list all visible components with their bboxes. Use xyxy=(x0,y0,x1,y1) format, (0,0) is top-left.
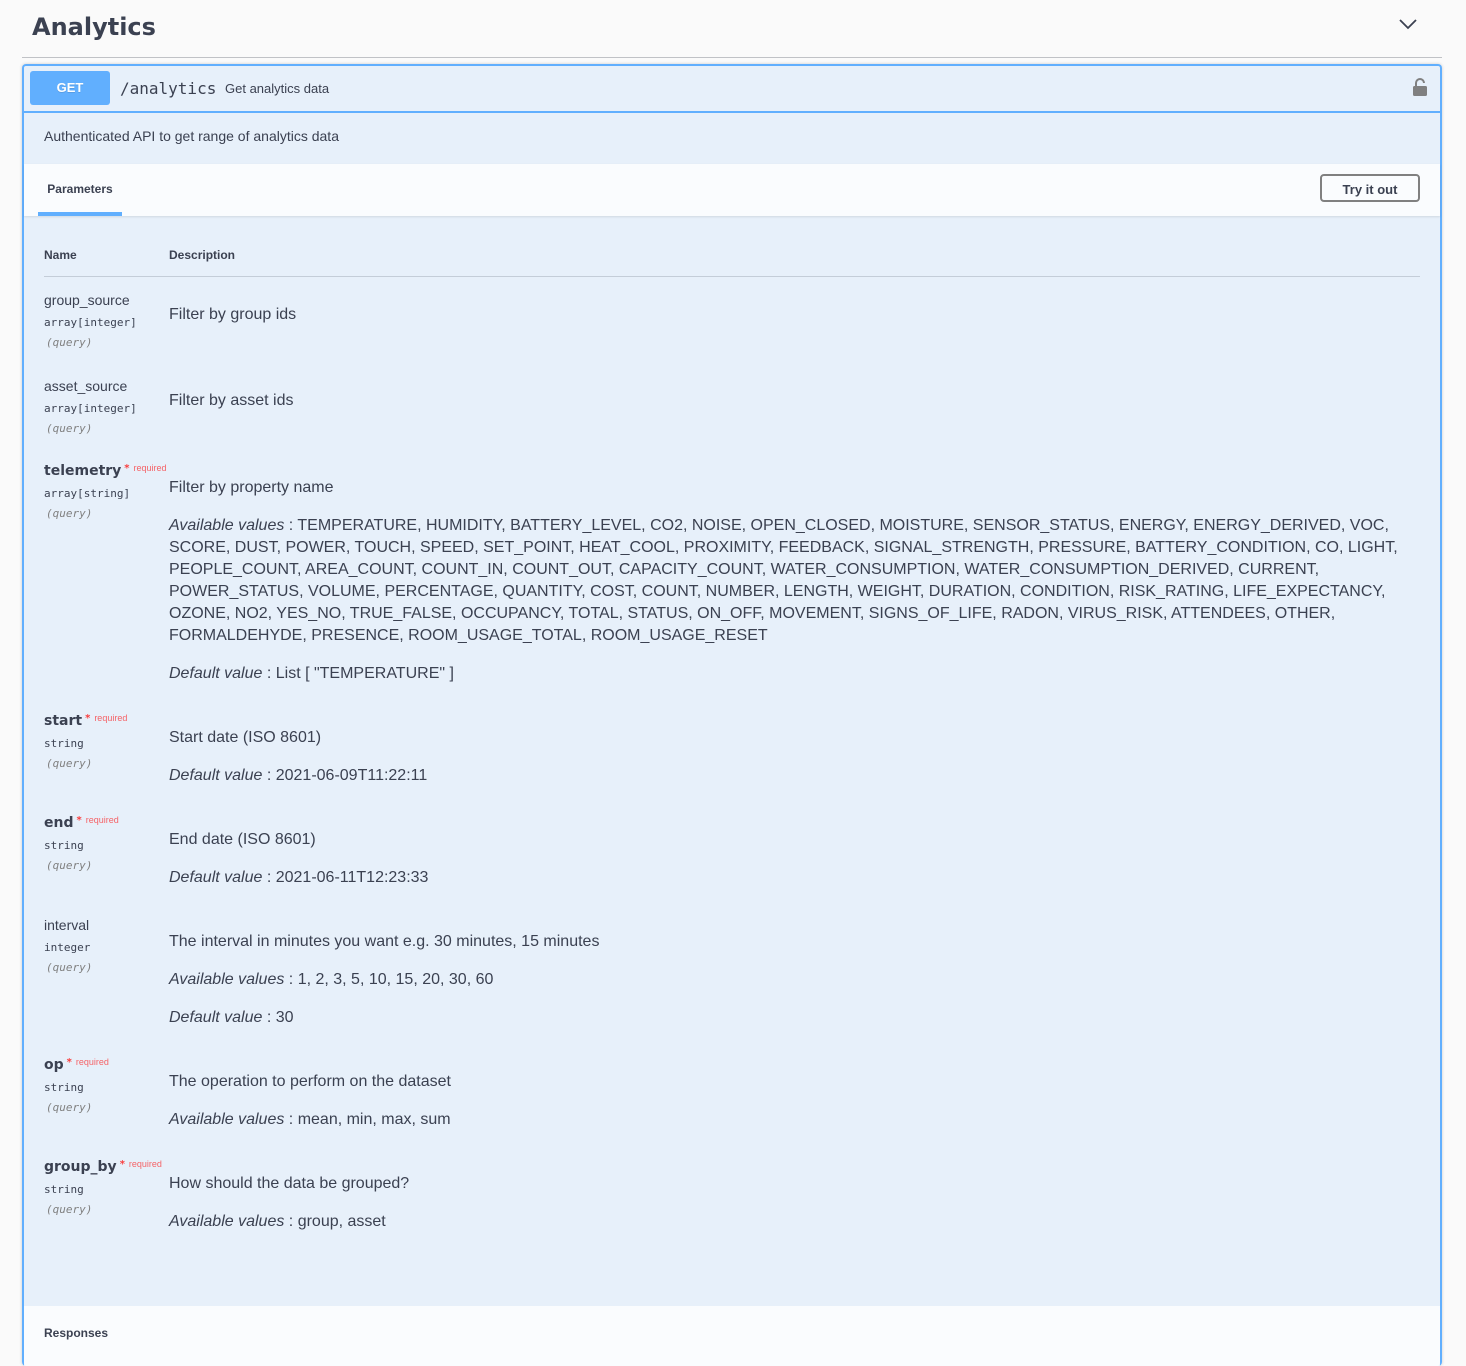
parameter-name-text: end xyxy=(44,815,74,831)
required-label: required xyxy=(128,1159,162,1169)
default-value-text: List [ "TEMPERATURE" ] xyxy=(275,665,454,682)
required-star: * xyxy=(76,815,82,826)
try-it-out-button[interactable]: Try it out xyxy=(1320,174,1420,202)
parameter-row-interval: interval integer (query) The interval in… xyxy=(44,917,1424,1047)
parameter-type: string xyxy=(44,1183,84,1196)
available-values-text: mean, min, max, sum xyxy=(297,1111,451,1128)
parameter-name: asset_source xyxy=(44,378,128,394)
tab-parameters[interactable]: Parameters xyxy=(38,164,122,216)
default-value-text: 30 xyxy=(275,1009,294,1026)
required-star: * xyxy=(119,1159,125,1170)
available-values-label: Available values xyxy=(169,517,285,534)
parameter-name: interval xyxy=(44,917,90,933)
operation-summary-text: Get analytics data xyxy=(225,81,330,96)
parameter-row-end: end * required string (query) End date (IS… xyxy=(44,815,1424,905)
column-header-name: Name xyxy=(44,248,77,262)
parameter-name: end * required xyxy=(44,815,119,831)
parameter-description: Start date (ISO 8601) xyxy=(169,729,322,746)
parameter-location: (query) xyxy=(46,859,93,872)
method-badge: GET xyxy=(30,71,110,105)
parameter-type: array[integer] xyxy=(44,316,137,329)
parameter-default-value: Default value : List [ "TEMPERATURE" ] xyxy=(169,665,454,682)
operation-block: GET /analytics Get analytics data Authen… xyxy=(22,64,1442,1366)
available-values-label: Available values xyxy=(169,1111,285,1128)
section-header[interactable]: Analytics xyxy=(22,0,1442,58)
parameter-name: op * required xyxy=(44,1057,109,1073)
parameter-row-asset-source: asset_source array[integer] (query) Filt… xyxy=(44,378,1424,458)
parameters-header: Parameters Try it out xyxy=(24,164,1440,216)
parameter-row-group-by: group_by * required string (query) How sho… xyxy=(44,1159,1424,1249)
parameter-name: group_source xyxy=(44,292,130,308)
parameter-available-values: Available values : 1, 2, 3, 5, 10, 15, 2… xyxy=(169,971,494,988)
parameter-name-text: start xyxy=(44,713,83,729)
default-value-text: 2021-06-09T11:22:11 xyxy=(275,767,428,784)
default-value-label: Default value xyxy=(169,665,263,682)
available-values-label: Available values xyxy=(169,971,285,988)
parameter-row-start: start * required string (query) Start date… xyxy=(44,713,1424,803)
required-label: required xyxy=(133,463,167,473)
required-label: required xyxy=(85,815,119,825)
required-star: * xyxy=(124,463,130,474)
column-header-description: Description xyxy=(169,248,236,262)
parameter-name-text: telemetry xyxy=(44,463,122,479)
parameter-available-values: Available values : group, asset xyxy=(169,1213,386,1230)
parameter-name-text: group_by xyxy=(44,1159,117,1175)
parameter-available-values: Available values : mean, min, max, sum xyxy=(169,1111,451,1128)
parameter-row-op: op * required string (query) The operation… xyxy=(44,1057,1424,1147)
responses-title: Responses xyxy=(44,1326,109,1340)
parameter-default-value: Default value : 2021-06-11T12:23:33 xyxy=(169,869,429,886)
required-star: * xyxy=(85,713,91,724)
default-value-label: Default value xyxy=(169,1009,263,1026)
parameter-location: (query) xyxy=(46,961,93,974)
parameter-description: The operation to perform on the dataset xyxy=(169,1073,451,1090)
parameter-description: How should the data be grouped? xyxy=(169,1175,410,1192)
required-label: required xyxy=(75,1057,109,1067)
operation-description: Authenticated API to get range of analyt… xyxy=(44,128,339,144)
parameter-row-group-source: group_source array[integer] (query) Filt… xyxy=(44,292,1424,372)
parameter-location: (query) xyxy=(46,1203,93,1216)
required-label: required xyxy=(94,713,128,723)
parameter-default-value: Default value : 30 xyxy=(169,1009,294,1026)
parameter-name: group_by * required xyxy=(44,1159,162,1175)
chevron-down-icon[interactable] xyxy=(1398,14,1418,34)
parameter-name: telemetry * required xyxy=(44,463,167,479)
available-values-text: group, asset xyxy=(297,1213,386,1230)
available-values-text: 1, 2, 3, 5, 10, 15, 20, 30, 60 xyxy=(297,971,494,988)
parameter-description: Filter by group ids xyxy=(169,306,297,323)
parameter-description: The interval in minutes you want e.g. 30… xyxy=(169,933,600,950)
parameter-available-values: Available values : TEMPERATURE, HUMIDITY… xyxy=(169,517,1398,644)
parameter-type: string xyxy=(44,839,84,852)
parameter-type: string xyxy=(44,737,84,750)
available-values-label: Available values xyxy=(169,1213,285,1230)
parameter-type: integer xyxy=(44,941,91,954)
responses-header: Responses xyxy=(24,1306,1440,1366)
parameters-table-header: Name Description xyxy=(44,246,1420,277)
parameter-type: array[integer] xyxy=(44,402,137,415)
lock-icon[interactable] xyxy=(1412,77,1428,97)
required-star: * xyxy=(66,1057,72,1068)
parameter-description: Filter by asset ids xyxy=(169,392,294,409)
parameter-type: array[string] xyxy=(44,487,131,500)
default-value-label: Default value xyxy=(169,767,263,784)
parameter-location: (query) xyxy=(46,757,93,770)
parameter-type: string xyxy=(44,1081,84,1094)
default-value-label: Default value xyxy=(169,869,263,886)
parameter-name: start * required xyxy=(44,713,127,729)
parameter-location: (query) xyxy=(46,336,93,349)
parameter-location: (query) xyxy=(46,422,93,435)
available-values-text: TEMPERATURE, HUMIDITY, BATTERY_LEVEL, CO… xyxy=(169,517,1398,644)
parameter-default-value: Default value : 2021-06-09T11:22:11 xyxy=(169,767,428,784)
parameter-name-text: op xyxy=(44,1057,64,1073)
parameter-description: Filter by property name xyxy=(169,479,334,496)
operation-path: /analytics xyxy=(120,79,217,98)
section-title: Analytics xyxy=(32,13,156,41)
parameter-description: End date (ISO 8601) xyxy=(169,831,316,848)
parameter-row-telemetry: telemetry * required array[string] (query)… xyxy=(44,463,1424,693)
default-value-text: 2021-06-11T12:23:33 xyxy=(275,869,429,886)
operation-summary[interactable]: GET /analytics Get analytics data xyxy=(24,66,1440,113)
parameter-location: (query) xyxy=(46,507,93,520)
parameter-location: (query) xyxy=(46,1101,93,1114)
